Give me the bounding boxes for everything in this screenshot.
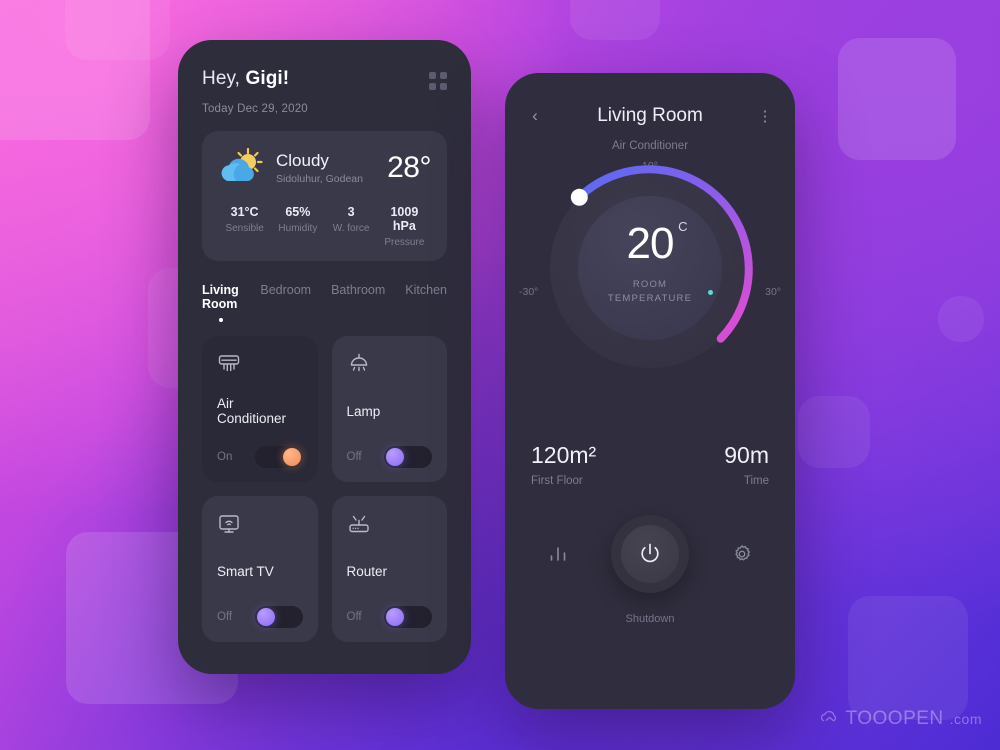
- weather-stat: 31°C Sensible: [218, 205, 271, 248]
- device-card-air-conditioner[interactable]: Air Conditioner On: [202, 336, 318, 482]
- device-card-grid: Air Conditioner On Lamp Off Smart TV Off…: [202, 336, 447, 642]
- background-decoration: [0, 0, 1000, 750]
- weather-stat-label: Humidity: [278, 223, 318, 234]
- power-button[interactable]: [611, 515, 689, 593]
- weather-stat-label: Pressure: [384, 237, 425, 248]
- weather-condition: Cloudy: [276, 151, 329, 170]
- cloud-home-icon: [821, 710, 837, 722]
- air-conditioner-icon: [217, 352, 303, 376]
- weather-stat-value: 3: [347, 205, 355, 219]
- room-stat-label: Time: [743, 475, 769, 487]
- temperature-dial[interactable]: 10° -30° 30° 20 C ROOM TEMPERATURE: [505, 160, 795, 376]
- device-state: Off: [346, 611, 362, 623]
- toggle-knob: [282, 448, 301, 466]
- tab-bedroom[interactable]: Bedroom: [260, 283, 311, 297]
- weather-location: Sidoluhur, Godean: [276, 173, 363, 185]
- detail-subtitle: Air Conditioner: [611, 140, 689, 152]
- tab-label: Living Room: [202, 283, 239, 311]
- toggle-knob: [386, 608, 404, 626]
- bg-square: [798, 396, 870, 468]
- device-toggle[interactable]: [384, 446, 432, 468]
- toggle-knob: [386, 448, 404, 466]
- device-toggle[interactable]: [254, 446, 303, 468]
- watermark-text: TOOOPEN: [845, 708, 944, 729]
- bg-square: [938, 296, 984, 342]
- tab-bathroom[interactable]: Bathroom: [331, 283, 385, 297]
- weather-stat-value: 1009 hPa: [390, 205, 419, 233]
- device-name: Smart TV: [217, 563, 274, 579]
- home-header: Hey, Gigi!: [202, 68, 447, 90]
- kebab-menu-icon[interactable]: ⋮: [755, 107, 775, 125]
- tab-kitchen[interactable]: Kitchen: [405, 283, 447, 297]
- gear-icon[interactable]: [731, 543, 753, 570]
- weather-temperature: 28°: [387, 151, 431, 184]
- power-icon: [641, 543, 659, 563]
- bg-square: [570, 0, 660, 40]
- dial-min-label: -30°: [519, 286, 539, 298]
- device-toggle[interactable]: [384, 606, 432, 628]
- active-tab-indicator: [219, 318, 224, 322]
- room-stat-time: 90m Time: [650, 442, 769, 487]
- device-card-smart-tv[interactable]: Smart TV Off: [202, 496, 318, 642]
- page-title: Hey, Gigi!: [202, 68, 289, 90]
- dial-caption-line1: ROOM: [632, 279, 668, 291]
- dial-temperature-value: 20: [626, 219, 675, 269]
- detail-phone-screen: ‹ Living Room ⋮ Air Conditioner 10° -30°…: [505, 73, 795, 709]
- smart-tv-icon: [217, 512, 303, 536]
- sun-behind-cloud-icon: [218, 147, 266, 189]
- greeting-prefix: Hey,: [202, 68, 246, 89]
- bottom-control-bar: Shutdown: [505, 515, 795, 641]
- weather-stat-value: 31°C: [230, 205, 259, 219]
- watermark-suffix: .com: [949, 711, 982, 727]
- power-button-label: Shutdown: [625, 613, 675, 625]
- room-stat-area: 120m² First Floor: [531, 442, 650, 487]
- bg-square: [838, 38, 956, 160]
- power-button-inner: [621, 525, 679, 583]
- weather-stat-value: 65%: [285, 205, 311, 219]
- bg-square: [848, 596, 968, 720]
- pendant-lamp-icon: [347, 352, 433, 376]
- bar-chart-icon[interactable]: [547, 543, 569, 570]
- dial-caption: ROOM TEMPERATURE: [575, 278, 725, 306]
- tab-living-room[interactable]: Living Room: [202, 283, 240, 322]
- room-stat-value: 120m²: [531, 442, 597, 468]
- weather-stat: 65% Humidity: [271, 205, 324, 248]
- dial-readout: 20 C ROOM TEMPERATURE: [575, 219, 725, 306]
- weather-card[interactable]: Cloudy Sidoluhur, Godean 28° 31°C Sensib…: [202, 131, 447, 261]
- current-date: Today Dec 29, 2020: [202, 103, 308, 115]
- detail-title: Living Room: [597, 105, 703, 126]
- device-name: Lamp: [346, 403, 381, 419]
- device-state: Off: [346, 451, 362, 463]
- dial-caption-line2: TEMPERATURE: [607, 293, 693, 304]
- weather-stat: 1009 hPa Pressure: [378, 205, 431, 248]
- device-card-lamp[interactable]: Lamp Off: [331, 336, 447, 482]
- device-card-router[interactable]: Router Off: [331, 496, 447, 642]
- watermark: TOOOPEN .com: [821, 708, 982, 730]
- device-state: On: [217, 451, 233, 463]
- dial-unit: C: [678, 219, 687, 235]
- grid-icon[interactable]: [429, 72, 447, 90]
- weather-stat-label: Sensible: [225, 223, 264, 234]
- room-stats: 120m² First Floor 90m Time: [505, 442, 795, 487]
- dial-max-label: 30°: [765, 286, 781, 298]
- greeting-name: Gigi!: [245, 68, 290, 89]
- weather-stats: 31°C Sensible 65% Humidity 3 W. force 10…: [218, 205, 431, 248]
- dial-temperature: 20 C: [626, 219, 688, 269]
- device-name: Air Conditioner: [217, 396, 287, 426]
- toggle-knob: [256, 608, 275, 626]
- dial-indicator-dot: [708, 290, 713, 295]
- device-name: Router: [346, 563, 388, 579]
- weather-stat-label: W. force: [332, 223, 370, 234]
- chevron-left-icon[interactable]: ‹: [525, 106, 545, 126]
- router-icon: [347, 512, 433, 536]
- room-stat-value: 90m: [724, 442, 769, 468]
- device-toggle[interactable]: [254, 606, 303, 628]
- weather-stat: 3 W. force: [325, 205, 378, 248]
- room-tabs: Living Room Bedroom Bathroom Kitchen: [202, 283, 447, 322]
- device-state: Off: [217, 611, 233, 623]
- bg-square: [65, 0, 170, 60]
- home-phone-screen: Hey, Gigi! Today Dec 29, 2020 Cloudy Sid…: [178, 40, 471, 674]
- room-stat-label: First Floor: [531, 475, 583, 487]
